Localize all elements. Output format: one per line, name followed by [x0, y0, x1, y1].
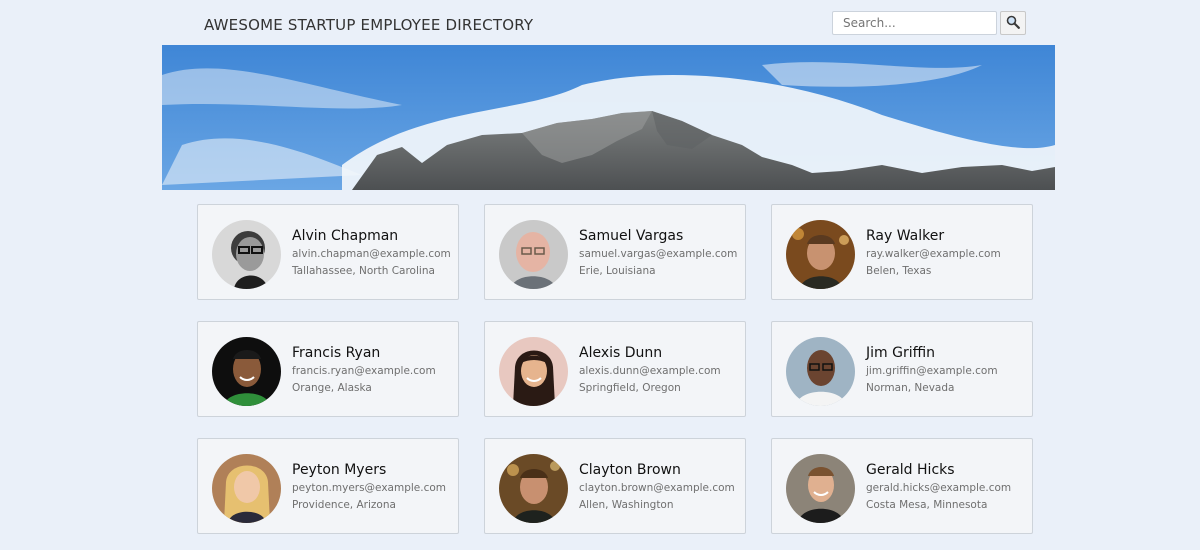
employee-directory-page: AWESOME STARTUP EMPLOYEE DIRECTORY Searc… [0, 0, 1200, 550]
employee-card[interactable]: Alexis Dunn alexis.dunn@example.com Spri… [484, 321, 746, 417]
employee-name: Alexis Dunn [579, 345, 663, 361]
employee-location: Norman, Nevada [866, 382, 955, 394]
employee-location: Erie, Louisiana [579, 265, 656, 277]
employee-avatar [212, 337, 281, 406]
employee-location: Springfield, Oregon [579, 382, 681, 394]
employee-card[interactable]: Samuel Vargas samuel.vargas@example.com … [484, 204, 746, 300]
employee-location: Allen, Washington [579, 499, 674, 511]
employee-avatar [499, 454, 568, 523]
employee-email: peyton.myers@example.com [292, 482, 447, 494]
employee-avatar [786, 454, 855, 523]
employee-avatar [499, 220, 568, 289]
employee-location: Belen, Texas [866, 265, 932, 277]
employee-email: gerald.hicks@example.com [866, 482, 1012, 494]
employee-email: clayton.brown@example.com [579, 482, 735, 494]
employee-card[interactable]: Alvin Chapman alvin.chapman@example.com … [197, 204, 459, 300]
employee-location: Providence, Arizona [292, 499, 396, 511]
employee-location: Orange, Alaska [292, 382, 372, 394]
employee-avatar [212, 454, 281, 523]
search-input[interactable] [832, 11, 997, 35]
employee-avatar [786, 220, 855, 289]
mountain-banner [162, 45, 1055, 190]
employee-avatar [499, 337, 568, 406]
employee-avatar [786, 337, 855, 406]
employee-card[interactable]: Clayton Brown clayton.brown@example.com … [484, 438, 746, 534]
employee-name: Francis Ryan [292, 345, 381, 361]
employee-card[interactable]: Peyton Myers peyton.myers@example.com Pr… [197, 438, 459, 534]
employee-email: francis.ryan@example.com [292, 365, 436, 377]
employee-name: Ray Walker [866, 228, 945, 244]
employee-card[interactable]: Gerald Hicks gerald.hicks@example.com Co… [771, 438, 1033, 534]
employee-name: Jim Griffin [866, 345, 936, 361]
employee-email: jim.griffin@example.com [866, 365, 998, 377]
page-title: AWESOME STARTUP EMPLOYEE DIRECTORY [204, 16, 534, 34]
employee-name: Samuel Vargas [579, 228, 684, 244]
employee-name: Alvin Chapman [292, 228, 399, 244]
employee-email: alexis.dunn@example.com [579, 365, 721, 377]
search-icon [1006, 14, 1020, 33]
employee-name: Peyton Myers [292, 462, 387, 478]
employee-card[interactable]: Jim Griffin jim.griffin@example.com Norm… [771, 321, 1033, 417]
employee-card[interactable]: Ray Walker ray.walker@example.com Belen,… [771, 204, 1033, 300]
employee-email: ray.walker@example.com [866, 248, 1001, 260]
employee-location: Tallahassee, North Carolina [292, 265, 435, 277]
employee-name: Gerald Hicks [866, 462, 955, 478]
search-button[interactable] [1000, 11, 1026, 35]
employee-avatar [212, 220, 281, 289]
employee-card[interactable]: Francis Ryan francis.ryan@example.com Or… [197, 321, 459, 417]
employee-name: Clayton Brown [579, 462, 681, 478]
employee-location: Costa Mesa, Minnesota [866, 499, 988, 511]
employee-email: samuel.vargas@example.com [579, 248, 738, 260]
employee-email: alvin.chapman@example.com [292, 248, 451, 260]
